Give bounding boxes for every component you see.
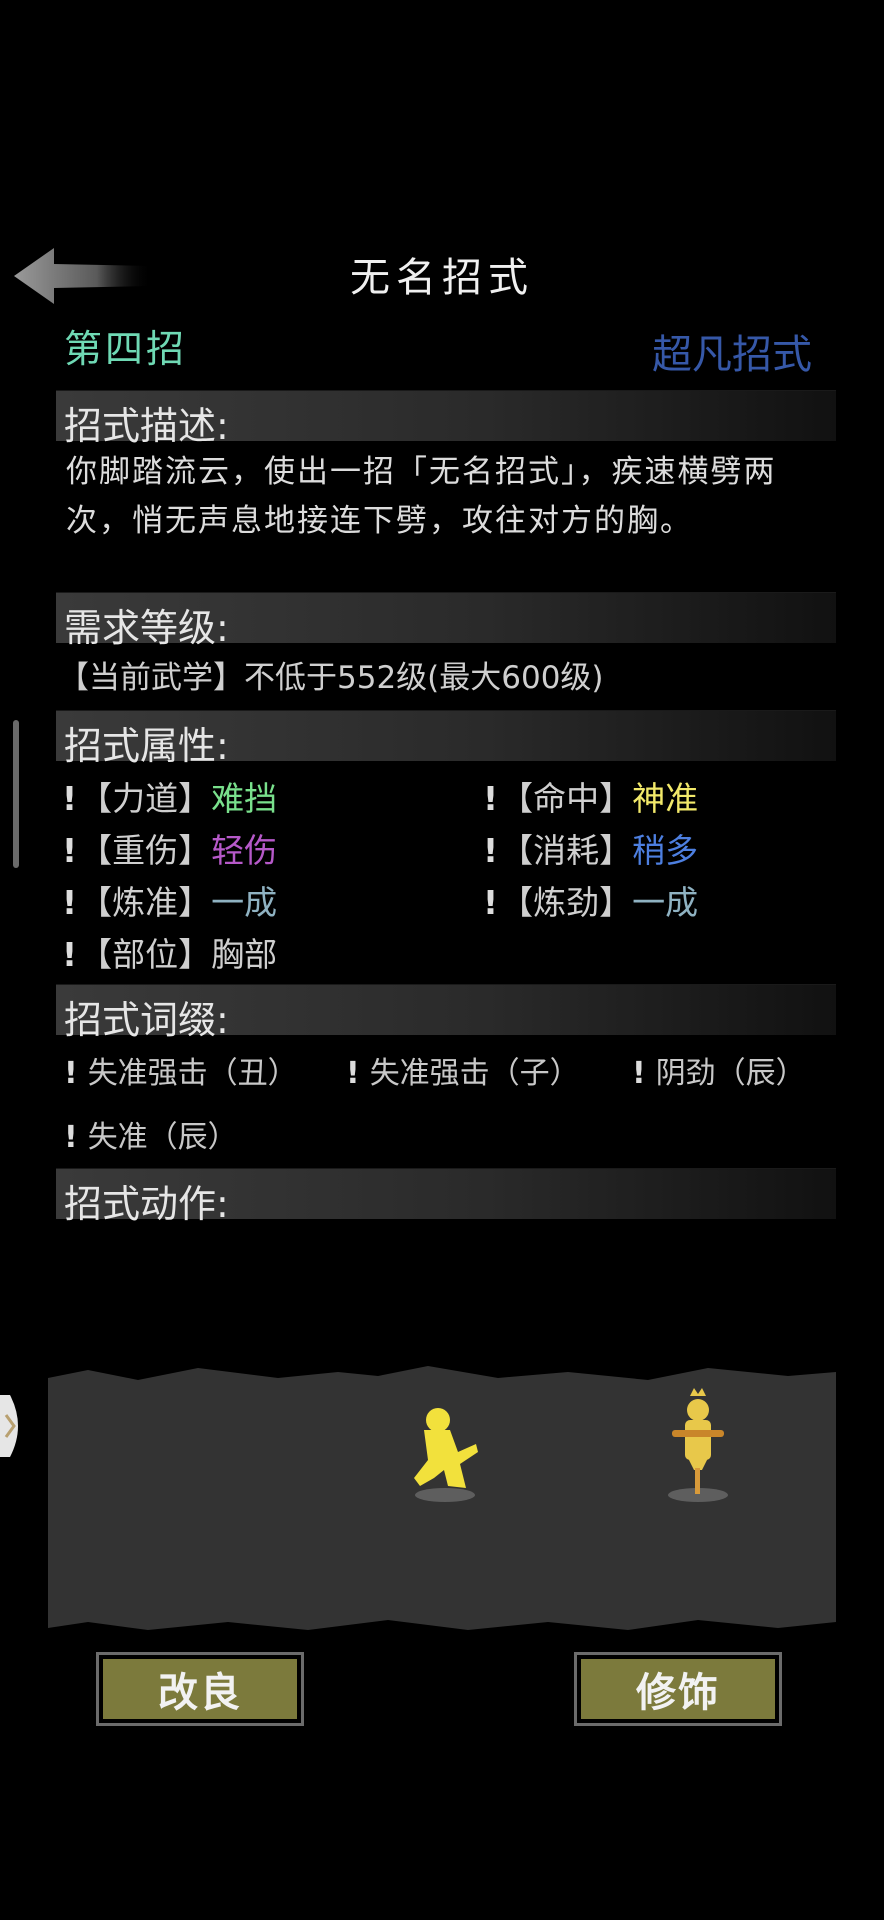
attribute-value: 难挡 (211, 779, 278, 818)
attribute-value: 胸部 (211, 935, 278, 974)
section-description-header: 招式描述: (56, 390, 836, 448)
attribute-value: 轻伤 (211, 831, 278, 870)
info-mark-icon: ! (632, 1056, 646, 1091)
affix-item[interactable]: ! 失准强击（丑） (64, 1048, 298, 1092)
affix-item[interactable]: ! 失准（辰） (64, 1112, 238, 1156)
info-mark-icon: ! (64, 1120, 78, 1155)
info-mark-icon: ! (62, 935, 78, 974)
move-description: 你脚踏流云，使出一招「无名招式」，疾速横劈两次，悄无声息地接连下劈，攻往对方的胸… (66, 454, 777, 539)
section-animation-header: 招式动作: (56, 1168, 836, 1226)
info-mark-icon: ! (483, 831, 499, 870)
affix-item[interactable]: ! 失准强击（子） (346, 1048, 580, 1092)
attribute-value: 稍多 (632, 831, 699, 870)
attribute-power[interactable]: !【力道】难挡 (62, 772, 277, 820)
move-number: 第四招 (64, 327, 188, 371)
attribute-injury[interactable]: !【重伤】轻伤 (62, 824, 277, 872)
page-title: 无名招式 (350, 255, 534, 301)
info-mark-icon: ! (62, 779, 78, 818)
fighter-shadow (415, 1488, 475, 1502)
info-mark-icon: ! (346, 1056, 360, 1091)
info-mark-icon: ! (483, 883, 499, 922)
attribute-value: 神准 (632, 779, 699, 818)
requirement-text: 【当前武学】不低于552级(最大600级) (58, 660, 604, 696)
attribute-cost[interactable]: !【消耗】稍多 (483, 824, 698, 872)
info-mark-icon: ! (483, 779, 499, 818)
section-requirement-header: 需求等级: (56, 592, 836, 650)
info-mark-icon: ! (62, 831, 78, 870)
info-mark-icon: ! (62, 883, 78, 922)
section-attributes-title: 招式属性: (64, 724, 229, 768)
attribute-value: 一成 (632, 883, 699, 922)
scrollbar[interactable] (13, 720, 19, 868)
side-drawer-tab-icon[interactable] (0, 1395, 26, 1457)
animation-stage (48, 1366, 836, 1630)
section-attributes-header: 招式属性: (56, 710, 836, 768)
move-rank: 超凡招式 (652, 332, 812, 378)
info-mark-icon: ! (64, 1056, 78, 1091)
attribute-precision-refine[interactable]: !【炼准】一成 (62, 876, 277, 924)
decorate-button[interactable]: 修饰 (574, 1652, 782, 1726)
section-requirement-title: 需求等级: (64, 606, 229, 650)
attribute-value: 一成 (211, 883, 278, 922)
affix-item[interactable]: ! 阴劲（辰） (632, 1048, 806, 1092)
section-animation-title: 招式动作: (64, 1182, 229, 1226)
attribute-target[interactable]: !【部位】胸部 (62, 928, 277, 976)
attribute-accuracy[interactable]: !【命中】神准 (483, 772, 698, 820)
attribute-force-refine[interactable]: !【炼劲】一成 (483, 876, 698, 924)
section-affixes-title: 招式词缀: (64, 998, 229, 1042)
section-affixes-header: 招式词缀: (56, 984, 836, 1042)
improve-button[interactable]: 改良 (96, 1652, 304, 1726)
section-description-title: 招式描述: (64, 404, 229, 448)
